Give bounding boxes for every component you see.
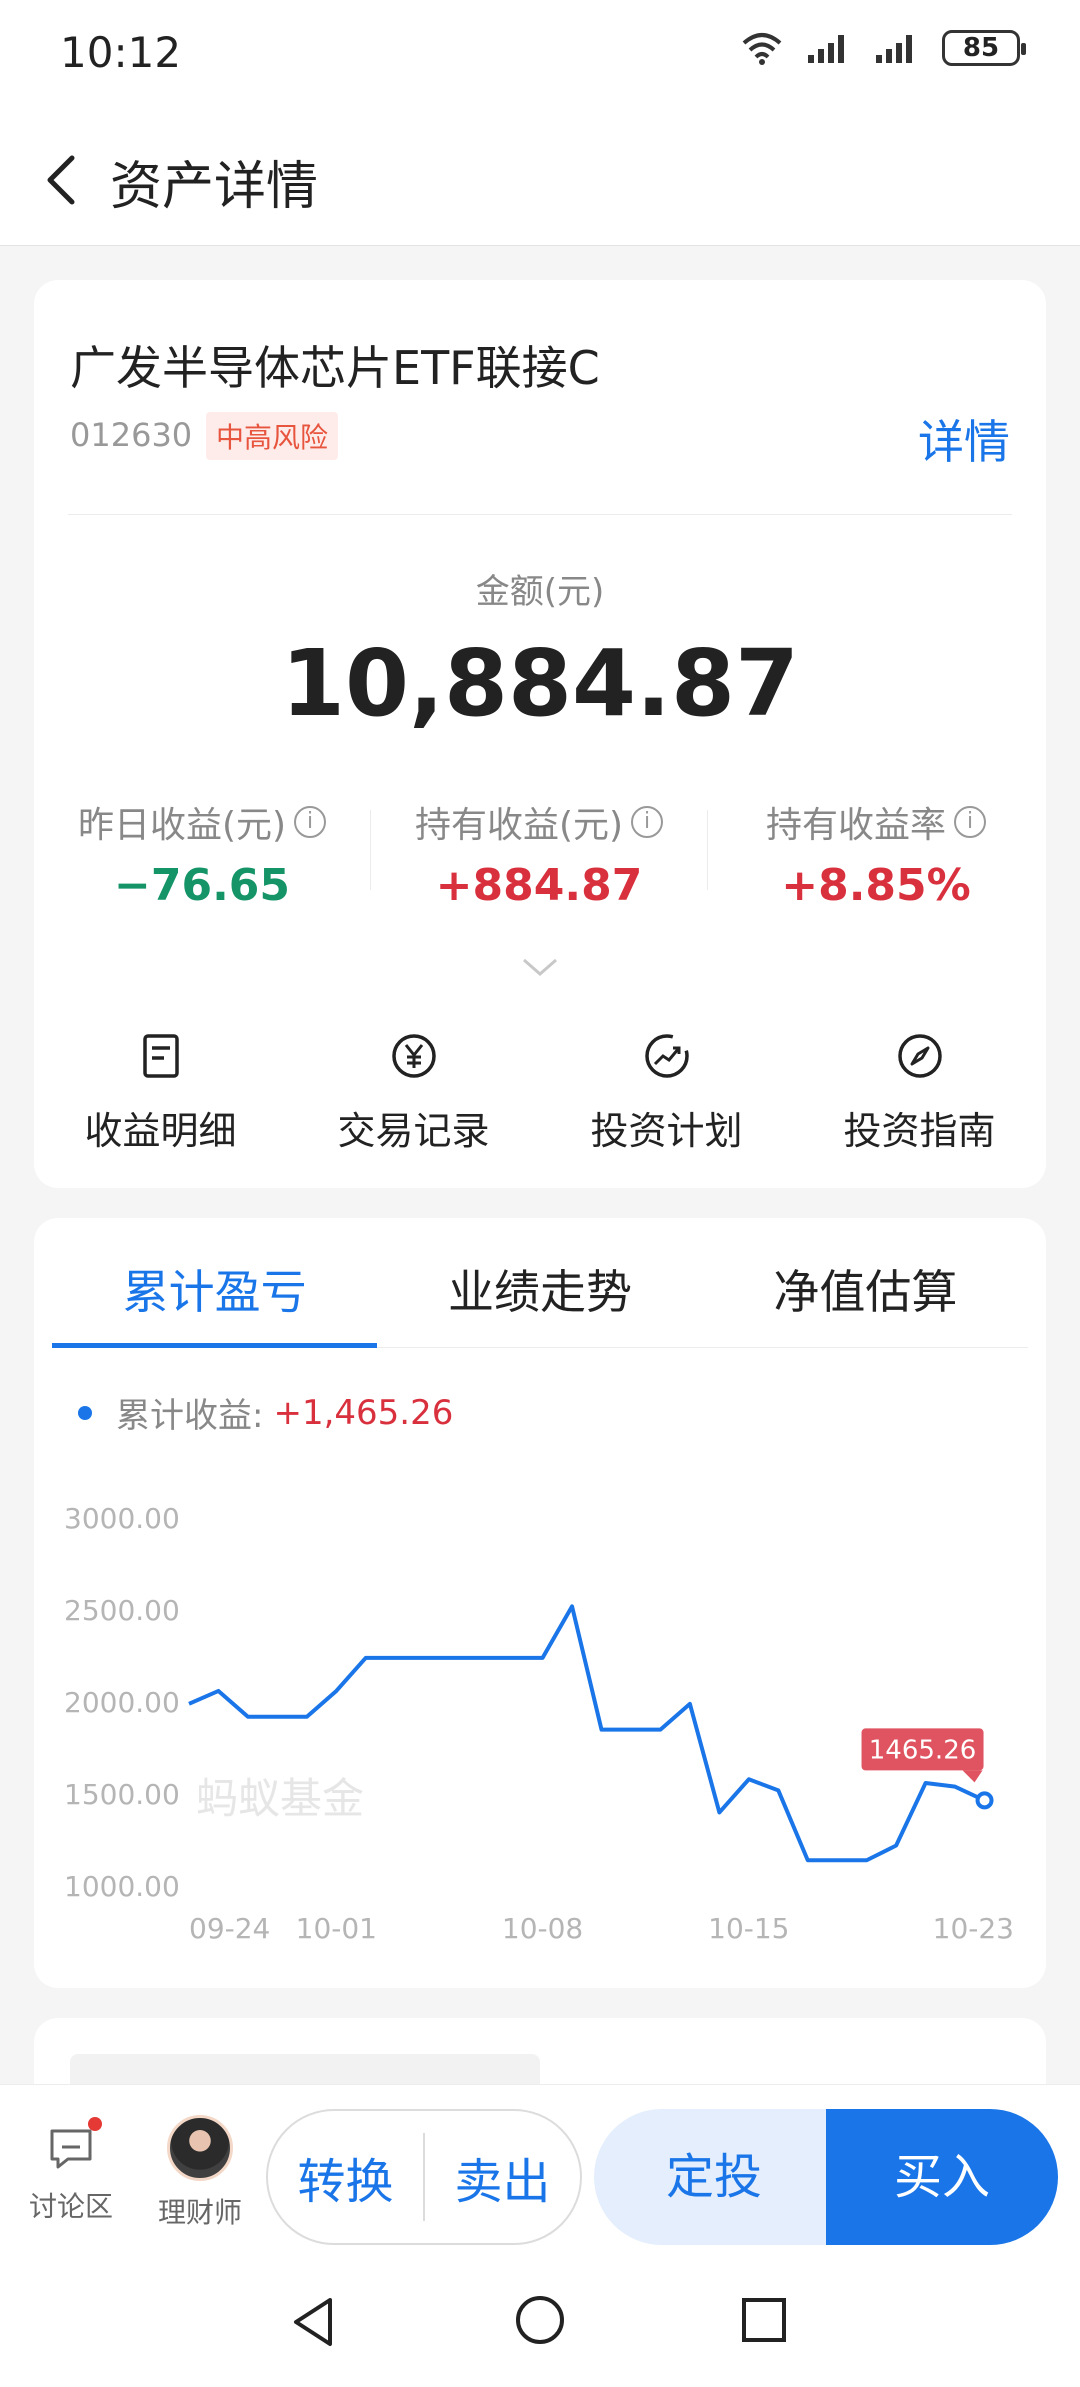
convert-button[interactable]: 转换 xyxy=(268,2142,423,2212)
advisor-button[interactable]: 理财师 xyxy=(150,2115,250,2231)
status-time: 10:12 xyxy=(60,28,182,77)
discussion-label: 讨论区 xyxy=(28,2190,113,2223)
signal-icon xyxy=(808,35,844,63)
chart-legend: 累计收益: +1,465.26 xyxy=(78,1388,453,1437)
system-recents-icon[interactable] xyxy=(740,2296,788,2344)
stat-return-rate-label: 持有收益率 xyxy=(765,805,946,846)
last-value-label-pointer xyxy=(962,1770,983,1783)
risk-badge: 中高风险 xyxy=(206,412,339,460)
stat-holding: 持有收益(元) i +884.87 xyxy=(371,796,707,911)
info-icon[interactable]: i xyxy=(954,806,986,838)
x-tick-label: 10-15 xyxy=(708,1912,789,1945)
stat-yesterday-value: −76.65 xyxy=(113,860,291,911)
detail-link[interactable]: 详情 xyxy=(918,406,1010,472)
stat-holding-label: 持有收益(元) xyxy=(414,805,624,846)
system-home-icon[interactable] xyxy=(514,2294,566,2346)
amount-value: 10,884.87 xyxy=(281,630,799,737)
chevron-down-icon[interactable] xyxy=(520,956,560,980)
stat-yesterday-label: 昨日收益(元) xyxy=(77,805,287,846)
chat-icon xyxy=(46,2117,102,2173)
legend-label: 累计收益: xyxy=(116,1396,264,1436)
notification-dot xyxy=(88,2117,102,2131)
stat-yesterday: 昨日收益(元) i −76.65 xyxy=(34,796,370,911)
tab-performance-trend[interactable]: 业绩走势 xyxy=(377,1218,702,1347)
status-icons: 85 xyxy=(740,30,1026,66)
last-value-label: 1465.26 xyxy=(869,1735,977,1765)
discussion-button[interactable]: 讨论区 xyxy=(22,2117,120,2225)
battery-icon: 85 xyxy=(942,30,1026,66)
y-tick-label: 1500.00 xyxy=(64,1778,180,1811)
quick-action-label: 投资指南 xyxy=(843,1109,996,1153)
quick-action-income-detail[interactable]: 收益明细 xyxy=(34,1032,287,1155)
sell-button[interactable]: 卖出 xyxy=(425,2142,580,2212)
fund-name: 广发半导体芯片ETF联接C xyxy=(70,341,600,395)
x-tick-label: 10-23 xyxy=(933,1912,1014,1945)
info-icon[interactable]: i xyxy=(294,806,327,838)
last-point-marker xyxy=(975,1791,994,1810)
stat-return-rate-value: +8.85% xyxy=(781,860,971,911)
fund-code: 012630 xyxy=(70,416,193,454)
quick-action-label: 投资计划 xyxy=(590,1109,743,1153)
yuan-icon xyxy=(391,1034,436,1078)
auto-invest-button[interactable]: 定投 xyxy=(594,2109,834,2245)
y-tick-label: 3000.00 xyxy=(64,1502,180,1535)
wifi-icon xyxy=(742,33,782,65)
page-title: 资产详情 xyxy=(110,157,319,217)
compass-icon xyxy=(897,1034,942,1078)
avatar xyxy=(167,2115,233,2181)
chart-card: 累计盈亏 业绩走势 净值估算 累计收益: +1,465.26 3000.00 25… xyxy=(34,1218,1046,1988)
legend-dot xyxy=(78,1405,92,1420)
x-tick-label: 09-24 xyxy=(189,1912,270,1945)
buy-button[interactable]: 买入 xyxy=(826,2109,1058,2245)
bottom-action-bar: 讨论区 理财师 转换 卖出 定投 买入 xyxy=(0,2084,1080,2264)
advisor-label: 理财师 xyxy=(157,2196,242,2229)
legend-value: +1,465.26 xyxy=(273,1392,454,1433)
stat-holding-value: +884.87 xyxy=(435,860,643,911)
cumulative-profit-chart[interactable]: 3000.00 2500.00 2000.00 1500.00 1000.00 蚂蚁基金 0… xyxy=(34,1468,1046,1968)
y-tick-label: 1000.00 xyxy=(64,1870,180,1903)
convert-sell-group: 转换 卖出 xyxy=(266,2109,582,2245)
quick-action-transactions[interactable]: 交易记录 xyxy=(287,1032,540,1155)
nav-bar: 资产详情 xyxy=(0,110,1080,246)
system-nav-bar xyxy=(0,2264,1080,2387)
status-bar: 10:12 85 xyxy=(0,0,1080,110)
quick-action-label: 收益明细 xyxy=(84,1109,237,1153)
back-arrow-icon[interactable] xyxy=(30,144,90,214)
signal-icon-2 xyxy=(876,35,912,63)
stat-return-rate: 持有收益率 i +8.85% xyxy=(708,796,1044,911)
amount-label: 金额(元) xyxy=(475,572,605,612)
system-back-icon[interactable] xyxy=(288,2294,338,2350)
y-tick-label: 2000.00 xyxy=(64,1686,180,1719)
quick-action-investment-plan[interactable]: 投资计划 xyxy=(540,1032,793,1155)
chart-tabs: 累计盈亏 业绩走势 净值估算 xyxy=(52,1218,1028,1348)
info-icon[interactable]: i xyxy=(631,806,664,838)
tab-cumulative-profit[interactable]: 累计盈亏 xyxy=(52,1218,378,1348)
x-tick-label: 10-01 xyxy=(296,1912,377,1945)
document-icon xyxy=(142,1034,179,1078)
divider xyxy=(68,514,1012,515)
trend-icon xyxy=(644,1034,689,1078)
tab-nav-estimate[interactable]: 净值估算 xyxy=(703,1218,1028,1347)
watermark: 蚂蚁基金 xyxy=(196,1774,364,1823)
x-tick-label: 10-08 xyxy=(502,1912,583,1945)
fund-summary-card: 广发半导体芯片ETF联接C 012630 中高风险 详情 金额(元) 10,88… xyxy=(34,280,1046,1188)
y-tick-label: 2500.00 xyxy=(64,1594,180,1627)
quick-action-label: 交易记录 xyxy=(337,1109,490,1153)
quick-action-investment-guide[interactable]: 投资指南 xyxy=(793,1032,1046,1155)
